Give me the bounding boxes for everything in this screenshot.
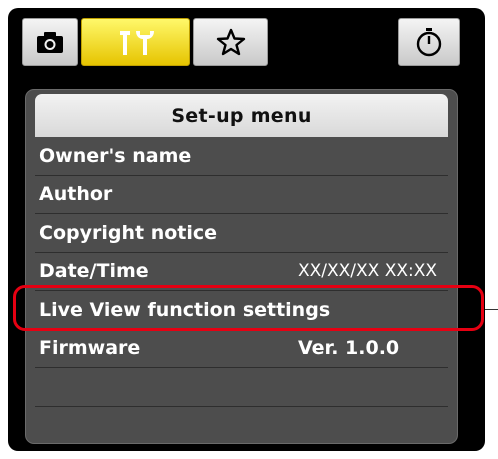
menu-item-label: Author [39,183,113,206]
star-icon [216,28,245,56]
menu-item-value: XX/XX/XX XX:XX [298,261,438,282]
setup-menu-panel: Set-up menu Owner's name Author Copyrigh… [25,89,458,444]
tab-shooting[interactable] [22,18,78,66]
highlight-callout [13,285,484,331]
camera-icon [37,32,63,53]
stopwatch-icon [416,28,442,57]
tab-timer[interactable] [398,18,460,66]
menu-item-copyright-notice[interactable]: Copyright notice [35,214,448,253]
menu-item-author[interactable]: Author [35,176,448,214]
tab-setup[interactable] [81,18,190,66]
menu-item-empty [35,368,448,407]
menu-item-label: Date/Time [39,260,149,283]
menu-item-label: Firmware [39,337,141,360]
tab-my-menu[interactable] [193,18,268,66]
wrench-tools-icon [119,31,154,55]
menu-title: Set-up menu [35,94,448,137]
menu-item-value: Ver. 1.0.0 [298,337,400,360]
menu-item-owners-name[interactable]: Owner's name [35,137,448,176]
menu-item-firmware[interactable]: Firmware Ver. 1.0.0 [35,330,448,368]
menu-item-label: Owner's name [39,144,192,167]
callout-leader-line [485,309,498,310]
menu-item-empty [35,407,448,444]
menu-item-label: Copyright notice [39,221,218,244]
